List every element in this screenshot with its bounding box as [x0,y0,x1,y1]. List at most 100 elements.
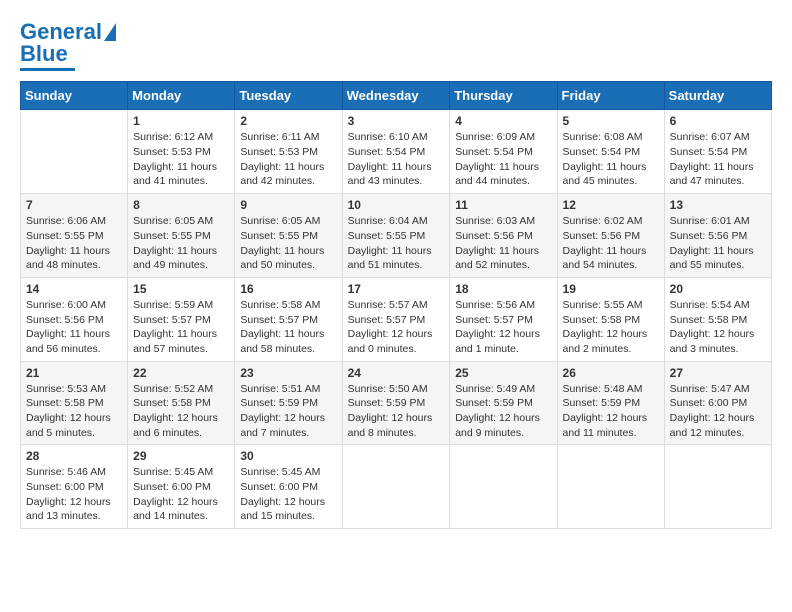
cell-info: Sunrise: 5:56 AMSunset: 5:57 PMDaylight:… [455,299,540,355]
day-number: 4 [455,114,551,128]
calendar-cell: 4 Sunrise: 6:09 AMSunset: 5:54 PMDaylight… [450,110,557,194]
cell-info: Sunrise: 5:59 AMSunset: 5:57 PMDaylight:… [133,299,217,355]
day-number: 29 [133,449,229,463]
weekday-header-tuesday: Tuesday [235,82,342,110]
cell-info: Sunrise: 6:12 AMSunset: 5:53 PMDaylight:… [133,131,217,187]
page-header: General Blue [20,20,772,71]
calendar-cell: 16 Sunrise: 5:58 AMSunset: 5:57 PMDayligh… [235,277,342,361]
day-number: 19 [563,282,659,296]
calendar-week-4: 21Sunrise: 5:53 AMSunset: 5:58 PMDayligh… [21,361,772,445]
calendar-cell [664,445,771,529]
calendar-cell: 28 Sunrise: 5:46 AMSunset: 6:00 PMDayligh… [21,445,128,529]
cell-info: Sunrise: 5:57 AMSunset: 5:57 PMDaylight:… [348,299,433,355]
day-number: 14 [26,282,122,296]
cell-info: Sunrise: 6:09 AMSunset: 5:54 PMDaylight:… [455,131,539,187]
calendar-cell: 22 Sunrise: 5:52 AMSunset: 5:58 PMDayligh… [128,361,235,445]
calendar-week-2: 7 Sunrise: 6:06 AMSunset: 5:55 PMDaylight… [21,194,772,278]
calendar-cell: 27 Sunrise: 5:47 AMSunset: 6:00 PMDayligh… [664,361,771,445]
cell-info: Sunrise: 5:54 AMSunset: 5:58 PMDaylight:… [670,299,755,355]
calendar-header-row: SundayMondayTuesdayWednesdayThursdayFrid… [21,82,772,110]
cell-info: Sunrise: 6:06 AMSunset: 5:55 PMDaylight:… [26,215,110,271]
cell-info: Sunrise: 6:04 AMSunset: 5:55 PMDaylight:… [348,215,432,271]
weekday-header-saturday: Saturday [664,82,771,110]
weekday-header-wednesday: Wednesday [342,82,450,110]
calendar-cell: 19 Sunrise: 5:55 AMSunset: 5:58 PMDayligh… [557,277,664,361]
cell-info: Sunrise: 6:03 AMSunset: 5:56 PMDaylight:… [455,215,539,271]
day-number: 22 [133,366,229,380]
calendar-cell: 9Sunrise: 6:05 AMSunset: 5:55 PMDaylight… [235,194,342,278]
logo-blue-text: Blue [20,42,68,66]
day-number: 11 [455,198,551,212]
day-number: 1 [133,114,229,128]
logo-underline [20,68,75,71]
cell-info: Sunrise: 6:08 AMSunset: 5:54 PMDaylight:… [563,131,647,187]
calendar-cell: 1 Sunrise: 6:12 AMSunset: 5:53 PMDaylight… [128,110,235,194]
calendar-table: SundayMondayTuesdayWednesdayThursdayFrid… [20,81,772,529]
cell-info: Sunrise: 6:11 AMSunset: 5:53 PMDaylight:… [240,131,324,187]
calendar-cell: 26 Sunrise: 5:48 AMSunset: 5:59 PMDayligh… [557,361,664,445]
day-number: 10 [348,198,445,212]
cell-info: Sunrise: 5:55 AMSunset: 5:58 PMDaylight:… [563,299,648,355]
day-number: 16 [240,282,336,296]
calendar-cell: 10 Sunrise: 6:04 AMSunset: 5:55 PMDayligh… [342,194,450,278]
cell-info: Sunrise: 5:45 AMSunset: 6:00 PMDaylight:… [133,466,218,522]
cell-info: Sunrise: 5:52 AMSunset: 5:58 PMDaylight:… [133,383,218,439]
weekday-header-thursday: Thursday [450,82,557,110]
calendar-cell: 24 Sunrise: 5:50 AMSunset: 5:59 PMDayligh… [342,361,450,445]
calendar-cell [342,445,450,529]
calendar-cell: 29 Sunrise: 5:45 AMSunset: 6:00 PMDayligh… [128,445,235,529]
cell-info: Sunrise: 6:01 AMSunset: 5:56 PMDaylight:… [670,215,754,271]
calendar-cell: 18 Sunrise: 5:56 AMSunset: 5:57 PMDayligh… [450,277,557,361]
weekday-header-sunday: Sunday [21,82,128,110]
cell-info: Sunrise: 5:49 AMSunset: 5:59 PMDaylight:… [455,383,540,439]
calendar-cell: 21Sunrise: 5:53 AMSunset: 5:58 PMDayligh… [21,361,128,445]
calendar-cell: 3 Sunrise: 6:10 AMSunset: 5:54 PMDaylight… [342,110,450,194]
cell-info: Sunrise: 5:58 AMSunset: 5:57 PMDaylight:… [240,299,324,355]
calendar-week-5: 28 Sunrise: 5:46 AMSunset: 6:00 PMDayligh… [21,445,772,529]
day-number: 17 [348,282,445,296]
day-number: 13 [670,198,766,212]
cell-info: Sunrise: 6:07 AMSunset: 5:54 PMDaylight:… [670,131,754,187]
calendar-cell: 8Sunrise: 6:05 AMSunset: 5:55 PMDaylight… [128,194,235,278]
calendar-cell: 15Sunrise: 5:59 AMSunset: 5:57 PMDayligh… [128,277,235,361]
calendar-cell: 25 Sunrise: 5:49 AMSunset: 5:59 PMDayligh… [450,361,557,445]
cell-info: Sunrise: 5:50 AMSunset: 5:59 PMDaylight:… [348,383,433,439]
day-number: 9 [240,198,336,212]
day-number: 7 [26,198,122,212]
calendar-week-1: 1 Sunrise: 6:12 AMSunset: 5:53 PMDaylight… [21,110,772,194]
cell-info: Sunrise: 5:47 AMSunset: 6:00 PMDaylight:… [670,383,755,439]
day-number: 26 [563,366,659,380]
day-number: 8 [133,198,229,212]
calendar-cell: 13 Sunrise: 6:01 AMSunset: 5:56 PMDayligh… [664,194,771,278]
calendar-cell: 5 Sunrise: 6:08 AMSunset: 5:54 PMDaylight… [557,110,664,194]
day-number: 25 [455,366,551,380]
calendar-cell: 20 Sunrise: 5:54 AMSunset: 5:58 PMDayligh… [664,277,771,361]
cell-info: Sunrise: 5:51 AMSunset: 5:59 PMDaylight:… [240,383,325,439]
logo-triangle-icon [104,23,116,41]
cell-info: Sunrise: 5:48 AMSunset: 5:59 PMDaylight:… [563,383,648,439]
calendar-cell: 23Sunrise: 5:51 AMSunset: 5:59 PMDayligh… [235,361,342,445]
calendar-cell: 11 Sunrise: 6:03 AMSunset: 5:56 PMDayligh… [450,194,557,278]
cell-info: Sunrise: 6:02 AMSunset: 5:56 PMDaylight:… [563,215,647,271]
day-number: 24 [348,366,445,380]
day-number: 6 [670,114,766,128]
day-number: 12 [563,198,659,212]
logo: General Blue [20,20,116,71]
cell-info: Sunrise: 5:46 AMSunset: 6:00 PMDaylight:… [26,466,111,522]
weekday-header-friday: Friday [557,82,664,110]
day-number: 2 [240,114,336,128]
calendar-cell: 7 Sunrise: 6:06 AMSunset: 5:55 PMDaylight… [21,194,128,278]
calendar-cell: 6 Sunrise: 6:07 AMSunset: 5:54 PMDaylight… [664,110,771,194]
calendar-cell: 14Sunrise: 6:00 AMSunset: 5:56 PMDayligh… [21,277,128,361]
day-number: 18 [455,282,551,296]
day-number: 5 [563,114,659,128]
day-number: 28 [26,449,122,463]
day-number: 3 [348,114,445,128]
calendar-week-3: 14Sunrise: 6:00 AMSunset: 5:56 PMDayligh… [21,277,772,361]
cell-info: Sunrise: 6:10 AMSunset: 5:54 PMDaylight:… [348,131,432,187]
day-number: 30 [240,449,336,463]
day-number: 20 [670,282,766,296]
calendar-cell [450,445,557,529]
cell-info: Sunrise: 5:53 AMSunset: 5:58 PMDaylight:… [26,383,111,439]
day-number: 27 [670,366,766,380]
